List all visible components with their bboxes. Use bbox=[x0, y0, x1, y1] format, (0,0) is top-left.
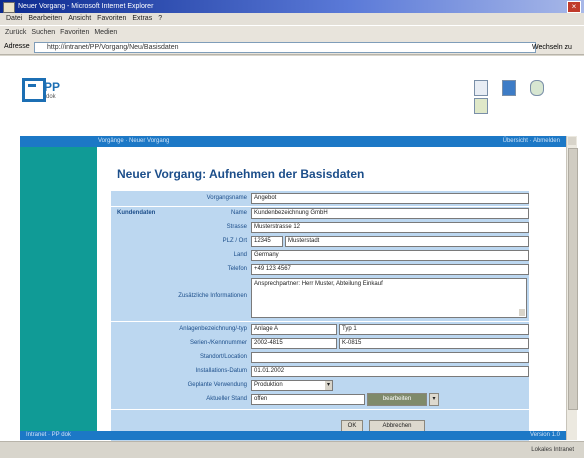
menu-item[interactable]: Bearbeiten bbox=[28, 15, 62, 22]
logo-subtext: dok bbox=[46, 94, 56, 100]
basisdaten-form: Vorgangsname Angebot Kundendaten Name Ku… bbox=[111, 191, 529, 449]
telefon-input[interactable]: +49 123 4567 bbox=[251, 264, 529, 275]
sidebar bbox=[20, 147, 97, 431]
serien-input-2[interactable]: K-0815 bbox=[339, 338, 529, 349]
header-icons bbox=[474, 80, 584, 116]
go-button[interactable]: Wechseln zu bbox=[532, 41, 572, 55]
top-navigation: Vorgänge · Neuer Vorgang Übersicht · Abm… bbox=[20, 136, 566, 147]
telefon-label: Telefon bbox=[227, 266, 247, 272]
chevron-down-icon[interactable]: ▾ bbox=[325, 381, 332, 390]
vorgangsname-input[interactable]: Angebot bbox=[251, 193, 529, 204]
anlagen-input-2[interactable]: Typ 1 bbox=[339, 324, 529, 335]
kundendaten-section-label: Kundendaten bbox=[117, 210, 156, 216]
zusatz-textarea[interactable]: Ansprechpartner: Herr Muster, Abteilung … bbox=[251, 278, 527, 318]
serien-label: Serien-/Kennnummer bbox=[189, 340, 247, 346]
installation-input[interactable]: 01.01.2002 bbox=[251, 366, 529, 377]
browser-icon bbox=[3, 2, 15, 13]
aktuell-button[interactable]: bearbeiten bbox=[367, 393, 427, 406]
toolbar-button[interactable]: Favoriten bbox=[60, 26, 89, 40]
logo-text: PP bbox=[44, 80, 61, 94]
verwendung-select[interactable]: Produktion ▾ bbox=[251, 380, 333, 391]
logo-mark bbox=[22, 78, 46, 102]
scroll-thumb[interactable] bbox=[568, 148, 578, 410]
plz-ort-label: PLZ / Ort bbox=[222, 238, 247, 244]
tools-icon[interactable] bbox=[474, 98, 488, 114]
name-input[interactable]: Kundenbezeichnung GmbH bbox=[251, 208, 529, 219]
divider bbox=[111, 409, 529, 410]
strasse-input[interactable]: Musterstrasse 12 bbox=[251, 222, 529, 233]
location-input[interactable] bbox=[251, 352, 529, 363]
toolbar-button[interactable]: Zurück bbox=[5, 26, 26, 40]
document-icon[interactable] bbox=[474, 80, 488, 96]
zusatz-text: Ansprechpartner: Herr Muster, Abteilung … bbox=[254, 281, 383, 287]
aktuell-arrow-button[interactable]: ▾ bbox=[429, 393, 439, 406]
menu-item[interactable]: Extras bbox=[132, 15, 152, 22]
divider bbox=[111, 206, 529, 207]
footer-left[interactable]: Intranet · PP dok bbox=[26, 431, 71, 440]
status-zone: Lokales Intranet bbox=[531, 447, 574, 453]
status-bar: Lokales Intranet bbox=[0, 441, 584, 458]
web-page: PP dok Vorgänge · Neuer Vorgang Übersich… bbox=[0, 56, 584, 449]
resize-handle[interactable] bbox=[519, 309, 525, 316]
land-input[interactable]: Germany bbox=[251, 250, 529, 261]
chevron-down-icon: ▾ bbox=[432, 396, 436, 402]
menu-item[interactable]: Ansicht bbox=[68, 15, 91, 22]
address-label: Adresse bbox=[4, 43, 30, 50]
toolbar: Zurück Suchen Favoriten Medien bbox=[0, 25, 584, 41]
vorgangsname-label: Vorgangsname bbox=[206, 195, 247, 201]
ort-input[interactable]: Musterstadt bbox=[285, 236, 529, 247]
menu-item[interactable]: Datei bbox=[6, 15, 22, 22]
serien-input-1[interactable]: 2002-4815 bbox=[251, 338, 337, 349]
name-label: Name bbox=[230, 210, 247, 216]
zusatz-label: Zusätzliche Informationen bbox=[178, 293, 247, 299]
globe-icon[interactable] bbox=[530, 80, 544, 96]
address-input[interactable]: http://intranet/PP/Vorgang/Neu/Basisdate… bbox=[34, 42, 536, 53]
footer-right[interactable]: Version 1.0 bbox=[530, 431, 560, 440]
divider bbox=[111, 321, 529, 322]
book-icon[interactable] bbox=[502, 80, 516, 96]
footer-bar: Intranet · PP dok Version 1.0 bbox=[20, 431, 566, 440]
verwendung-value: Produktion bbox=[254, 382, 283, 388]
anlagen-input-1[interactable]: Anlage A bbox=[251, 324, 337, 335]
main-content: Neuer Vorgang: Aufnehmen der Basisdaten … bbox=[97, 147, 566, 449]
aktuell-label: Aktueller Stand bbox=[206, 396, 247, 402]
menu-item[interactable]: ? bbox=[158, 15, 162, 22]
breadcrumb[interactable]: Vorgänge · Neuer Vorgang bbox=[98, 136, 169, 147]
menu-bar: Datei Bearbeiten Ansicht Favoriten Extras? bbox=[0, 13, 584, 25]
anlagen-label: Anlagenbezeichnung/-typ bbox=[179, 326, 247, 332]
plz-input[interactable]: 12345 bbox=[251, 236, 283, 247]
menu-item[interactable]: Favoriten bbox=[97, 15, 126, 22]
strasse-label: Strasse bbox=[226, 224, 247, 230]
verwendung-label: Geplante Verwendung bbox=[187, 382, 247, 388]
nav-links[interactable]: Übersicht · Abmelden bbox=[503, 136, 560, 147]
window-title-bar: Neuer Vorgang - Microsoft Internet Explo… bbox=[0, 0, 584, 13]
close-button[interactable]: × bbox=[567, 1, 581, 13]
aktuell-input[interactable]: offen bbox=[251, 394, 365, 405]
address-bar: Adresse http://intranet/PP/Vorgang/Neu/B… bbox=[0, 40, 584, 55]
vertical-scrollbar[interactable] bbox=[566, 136, 578, 440]
toolbar-button[interactable]: Medien bbox=[94, 26, 117, 40]
scroll-up-button[interactable] bbox=[568, 137, 576, 145]
page-title: Neuer Vorgang: Aufnehmen der Basisdaten bbox=[117, 167, 365, 181]
land-label: Land bbox=[233, 252, 247, 258]
window-title: Neuer Vorgang - Microsoft Internet Explo… bbox=[18, 3, 154, 10]
location-label: Standort/Location bbox=[199, 354, 247, 360]
installation-label: Installations-Datum bbox=[195, 368, 247, 374]
logo: PP dok bbox=[22, 78, 62, 106]
toolbar-button[interactable]: Suchen bbox=[31, 26, 55, 40]
